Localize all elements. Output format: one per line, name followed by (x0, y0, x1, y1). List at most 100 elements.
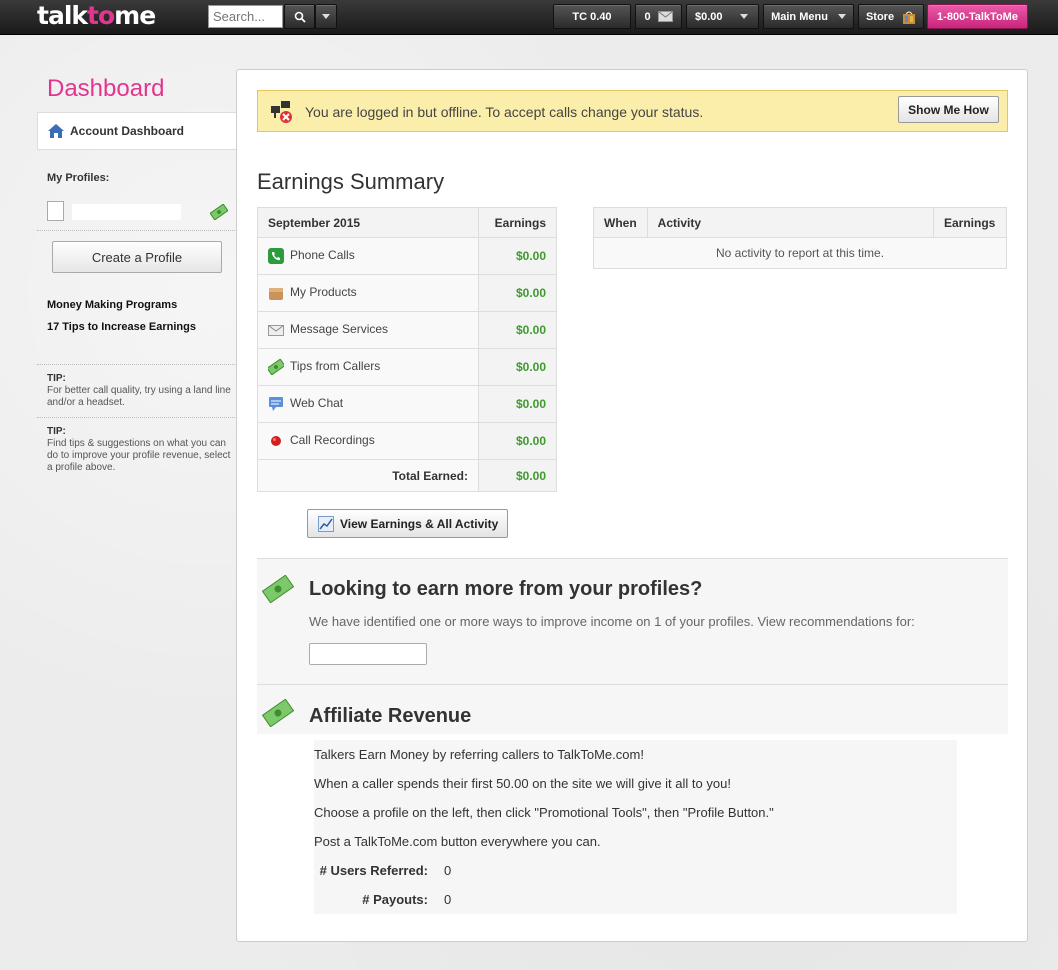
category-amount: $0.00 (478, 385, 557, 423)
affiliate-header: Affiliate Revenue (257, 684, 1008, 734)
messages-button[interactable]: 0 (635, 4, 682, 29)
tab-account-dashboard-label: Account Dashboard (70, 124, 185, 138)
phone-number-button[interactable]: 1-800-TalkToMe (927, 4, 1028, 29)
category-label: Message Services (290, 322, 389, 337)
view-earnings-button[interactable]: View Earnings & All Activity (307, 509, 508, 538)
tip-text: Find tips & suggestions on what you can … (47, 438, 231, 473)
my-profiles-label: My Profiles: (47, 172, 110, 184)
envelope-icon (657, 11, 673, 22)
category-amount: $0.00 (478, 422, 557, 460)
table-header-row: September 2015 Earnings (257, 207, 557, 238)
offline-status-icon (271, 101, 292, 123)
tc-balance: TC 0.40 (572, 10, 612, 23)
tip-label: TIP: (47, 426, 66, 437)
affiliate-title: Affiliate Revenue (309, 705, 472, 727)
house-icon (48, 124, 64, 138)
earn-more-section: Looking to earn more from your profiles?… (257, 558, 1008, 685)
store-label: Store (865, 10, 895, 23)
tab-account-dashboard[interactable]: Account Dashboard (37, 112, 237, 150)
category-label: My Products (290, 285, 357, 300)
earnings-category: Phone Calls (257, 237, 479, 275)
money-icon (262, 575, 294, 603)
messages-count: 0 (644, 10, 651, 23)
profile-name[interactable] (72, 204, 181, 220)
offline-alert: You are logged in but offline. To accept… (257, 90, 1008, 132)
tip-label: TIP: (47, 373, 66, 384)
tip-text: For better call quality, try using a lan… (47, 385, 231, 408)
table-row: Web Chat $0.00 (257, 385, 557, 423)
tc-balance-button[interactable]: TC 0.40 (553, 4, 631, 29)
category-amount: $0.00 (478, 311, 557, 349)
payouts-stat: # Payouts: 0 (314, 885, 957, 914)
activity-header[interactable]: Activity (646, 207, 935, 238)
chat-icon (269, 397, 283, 411)
when-header[interactable]: When (593, 207, 648, 238)
search-input[interactable] (208, 5, 283, 28)
profile-row[interactable] (47, 201, 237, 231)
store-button[interactable]: Store (858, 4, 924, 29)
earnings-category: My Products (257, 274, 479, 312)
earnings-header: Earnings (478, 207, 557, 238)
earn-more-description: We have identified one or more ways to i… (309, 614, 915, 629)
earnings-category: Web Chat (257, 385, 479, 423)
users-referred-stat: # Users Referred: 0 (314, 856, 957, 885)
table-header-row: When Activity Earnings (593, 207, 1007, 238)
tip-profile-revenue: TIP: Find tips & suggestions on what you… (47, 426, 232, 474)
table-row: Tips from Callers $0.00 (257, 348, 557, 386)
divider (37, 417, 237, 418)
affiliate-info: Talkers Earn Money by referring callers … (314, 740, 957, 914)
empty-activity-message: No activity to report at this time. (593, 237, 1007, 269)
show-me-how-button[interactable]: Show Me How (898, 96, 999, 123)
users-referred-value: 0 (444, 863, 452, 878)
profile-select[interactable] (309, 643, 427, 665)
chevron-down-icon (322, 14, 330, 19)
category-label: Tips from Callers (290, 359, 381, 374)
divider (37, 364, 237, 365)
total-label: Total Earned: (257, 459, 479, 492)
chevron-down-icon (740, 14, 748, 19)
table-row: My Products $0.00 (257, 274, 557, 312)
users-referred-label: # Users Referred: (319, 863, 428, 878)
category-label: Call Recordings (290, 433, 375, 448)
affiliate-line: Choose a profile on the left, then click… (314, 805, 774, 820)
activity-earnings-header[interactable]: Earnings (933, 207, 1007, 238)
total-row: Total Earned: $0.00 (257, 459, 557, 492)
category-label: Phone Calls (290, 248, 355, 263)
view-earnings-label: View Earnings & All Activity (340, 516, 499, 531)
tips-increase-earnings-link[interactable]: 17 Tips to Increase Earnings (47, 321, 196, 333)
page-title: Dashboard (47, 75, 165, 102)
search-button[interactable] (284, 4, 315, 29)
money-icon[interactable] (210, 204, 228, 220)
logo[interactable]: talktome (37, 1, 156, 31)
balance-value: $0.00 (695, 10, 723, 23)
activity-table: When Activity Earnings No activity to re… (593, 207, 1007, 269)
category-label: Web Chat (290, 396, 344, 411)
shopping-bag-icon (903, 11, 916, 24)
divider (37, 230, 237, 231)
earnings-category: Call Recordings (257, 422, 479, 460)
balance-button[interactable]: $0.00 (686, 4, 759, 29)
earnings-summary-title: Earnings Summary (257, 169, 445, 194)
payouts-label: # Payouts: (362, 892, 428, 907)
tip-call-quality: TIP: For better call quality, try using … (47, 373, 232, 409)
money-icon (268, 359, 284, 375)
box-icon (269, 288, 283, 300)
money-making-programs-link[interactable]: Money Making Programs (47, 299, 177, 311)
create-profile-button[interactable]: Create a Profile (52, 241, 222, 273)
main-menu-button[interactable]: Main Menu (763, 4, 854, 29)
profile-checkbox[interactable] (47, 201, 64, 221)
alert-text: You are logged in but offline. To accept… (305, 104, 704, 120)
search-icon (294, 11, 306, 23)
chevron-down-icon (837, 14, 846, 19)
money-icon (262, 699, 294, 727)
table-row: Message Services $0.00 (257, 311, 557, 349)
table-row: Call Recordings $0.00 (257, 422, 557, 460)
main-menu-label: Main Menu (771, 10, 828, 23)
affiliate-line: When a caller spends their first 50.00 o… (314, 776, 731, 791)
record-icon (271, 436, 281, 446)
search-options-button[interactable] (315, 4, 337, 29)
top-bar: talktome TC 0.40 0 $0.00 Main Menu Store… (0, 0, 1058, 35)
affiliate-line: Talkers Earn Money by referring callers … (314, 747, 644, 762)
phone-number: 1-800-TalkToMe (937, 10, 1018, 23)
category-amount: $0.00 (478, 274, 557, 312)
